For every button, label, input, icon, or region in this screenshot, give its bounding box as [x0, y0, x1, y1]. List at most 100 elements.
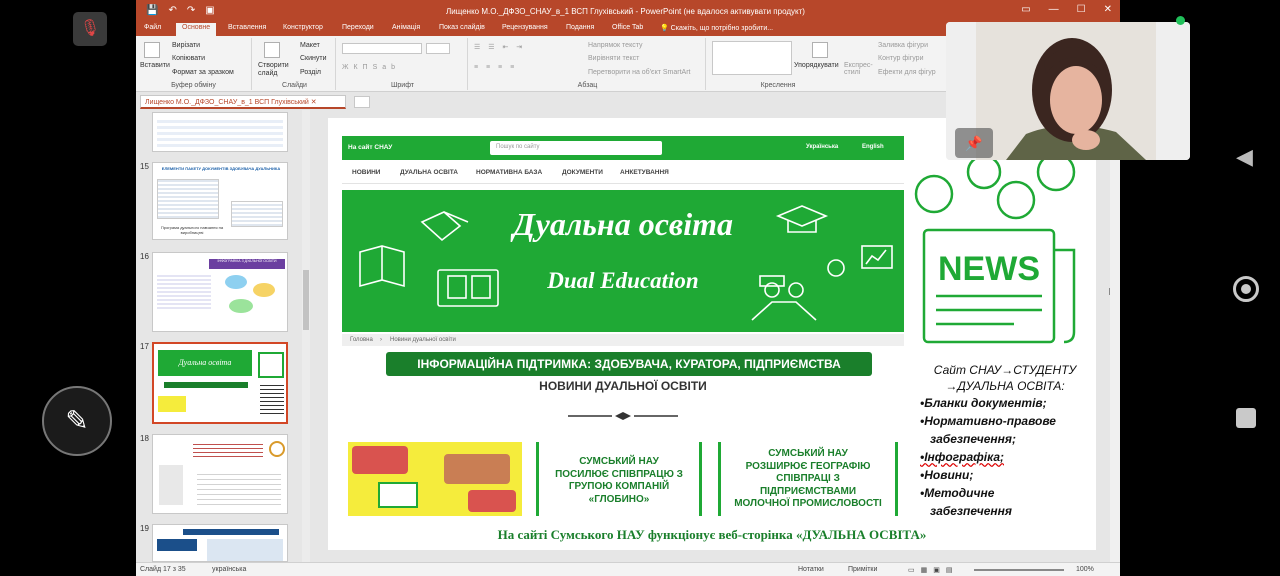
tab-insert[interactable]: Вставлення	[228, 24, 266, 31]
home-circle-icon[interactable]	[1233, 276, 1259, 302]
slide-counter: Слайд 17 з 35	[140, 566, 186, 573]
document-tab-label: Лищенко М.О._ДФЗО_СНАУ_в_1 ВСП Глухівськ…	[145, 99, 309, 106]
group-label: Креслення	[760, 82, 796, 89]
info-support-heading: ІНФОРМАЦІЙНА ПІДТРИМКА: ЗДОБУВАЧА, КУРАТ…	[386, 352, 872, 376]
text-direction-button[interactable]: Напрямок тексту	[588, 42, 643, 49]
slide-right-text: Сайт СНАУ→СТУДЕНТУ →ДУАЛЬНА ОСВІТА: •Бла…	[920, 362, 1090, 520]
notes-button[interactable]: Нотатки	[798, 566, 824, 573]
tab-view[interactable]: Подання	[566, 24, 594, 31]
thumb-list	[260, 384, 284, 414]
format-painter-button[interactable]: Формат за зразком	[172, 69, 234, 76]
thumb-text	[157, 273, 211, 309]
edit-pen-button[interactable]: ✎	[42, 386, 112, 456]
tab-file[interactable]: Файл	[144, 24, 161, 31]
align-text-button[interactable]: Вирівняти текст	[588, 55, 639, 62]
font-size-select[interactable]	[426, 43, 450, 54]
layout-button[interactable]: Макет	[300, 42, 320, 49]
slide-caption: На сайті Сумського НАУ функціонує веб-ст…	[497, 527, 927, 542]
twitter-icon	[996, 180, 1036, 220]
shape-fill-button[interactable]: Заливка фігури	[878, 42, 928, 49]
right-item-infographics: •Інфографіка;	[920, 450, 1004, 465]
comments-button[interactable]: Примітки	[848, 566, 877, 573]
lang-ukrainian: Українська	[806, 144, 839, 150]
quick-styles-button[interactable]: Експрес-стилі	[844, 62, 874, 76]
tab-design[interactable]: Конструктор	[283, 24, 323, 31]
tab-home[interactable]: Основне	[176, 23, 217, 36]
status-bar: Слайд 17 з 35 українська Нотатки Примітк…	[136, 562, 1120, 576]
slide-thumbnail-19[interactable]	[152, 524, 288, 562]
language-indicator[interactable]: українська	[212, 566, 246, 573]
tab-animations[interactable]: Анімація	[392, 24, 420, 31]
paste-icon[interactable]	[144, 42, 160, 58]
tab-transitions[interactable]: Переходи	[342, 24, 374, 31]
font-format-buttons[interactable]: ЖКПSab	[342, 64, 400, 71]
group-clipboard: Вставити Вирізати Копіювати Формат за зр…	[136, 38, 252, 90]
new-slide-icon[interactable]	[264, 42, 280, 58]
thumb-title	[183, 529, 279, 535]
thumb-emblem	[269, 441, 285, 457]
view-buttons[interactable]: ▭▦▣▤	[908, 566, 958, 574]
slide-thumbnail-14[interactable]	[152, 112, 288, 152]
scroll-thumb[interactable]	[303, 270, 309, 330]
save-icon[interactable]: 💾	[146, 5, 158, 16]
slide-thumbnail-16[interactable]: ІНФОГРАФІКА З ДУАЛЬНОЇ ОСВІТИ	[152, 252, 288, 332]
tab-office-tab[interactable]: Office Tab	[612, 24, 643, 31]
thumb-bubble	[229, 299, 253, 313]
slide-scrollbar[interactable]	[1110, 110, 1120, 562]
paste-button[interactable]: Вставити	[140, 62, 170, 69]
thumbnails-scrollbar[interactable]	[302, 110, 310, 562]
current-slide[interactable]: На сайт СНАУ Пошук по сайту Українська E…	[328, 118, 1096, 550]
section-button[interactable]: Розділ	[300, 69, 321, 76]
tell-me-input[interactable]: 💡 Скажіть, що потрібно зробити...	[660, 24, 773, 32]
news-card-line: СПІВПРАЦІ З	[776, 473, 840, 484]
shapes-gallery[interactable]	[712, 41, 792, 75]
thumb-bubble	[225, 275, 247, 289]
zoom-slider[interactable]	[974, 569, 1064, 571]
right-item-methodical: •Методичне	[920, 486, 995, 501]
reset-button[interactable]: Скинути	[300, 55, 327, 62]
mute-microphone-icon[interactable]: 🎙	[73, 12, 107, 46]
copy-button[interactable]: Копіювати	[172, 55, 205, 62]
back-triangle-icon[interactable]: ◀	[1236, 144, 1253, 170]
site-nav-documents: ДОКУМЕНТИ	[562, 169, 603, 176]
minimize-icon[interactable]: —	[1049, 4, 1059, 15]
instagram-icon	[966, 154, 1002, 190]
new-slide-button[interactable]: Створити слайд	[258, 62, 292, 79]
arrange-button[interactable]: Упорядкувати	[794, 62, 839, 69]
slide-thumbnail-17[interactable]: Дуальна освіта	[152, 342, 288, 424]
slide-thumbnails-pane: 15 ЕЛЕМЕНТИ ПАКЕТУ ДОКУМЕНТІВ ЗДОБУВАЧА …	[136, 110, 314, 562]
arrange-icon[interactable]	[812, 42, 828, 58]
right-item-forms: •Бланки документів;	[920, 396, 1047, 411]
thumb-content	[157, 117, 283, 147]
shape-outline-button[interactable]: Контур фігури	[878, 55, 923, 62]
present-icon[interactable]: ▣	[205, 5, 214, 16]
shape-effects-button[interactable]: Ефекти для фігур	[878, 69, 936, 76]
redo-icon[interactable]: ↷	[187, 5, 195, 16]
right-item-normative: •Нормативно-правове	[920, 414, 1056, 429]
group-label: Шрифт	[390, 82, 415, 89]
slide-thumbnail-15[interactable]: ЕЛЕМЕНТИ ПАКЕТУ ДОКУМЕНТІВ ЗДОБУВАЧА ДУА…	[152, 162, 288, 240]
ribbon-display-icon[interactable]: ▭	[1021, 4, 1030, 15]
right-item-news: •Новини;	[920, 468, 974, 483]
maximize-icon[interactable]: ☐	[1077, 4, 1086, 15]
list-buttons[interactable]: ☰ ☰ ⇤ ⇥	[474, 43, 525, 51]
new-document-tab[interactable]	[354, 96, 370, 108]
align-buttons[interactable]: ≡ ≡ ≡ ≡	[474, 64, 517, 71]
font-family-select[interactable]	[342, 43, 422, 54]
news-card-line: «ГЛОБИНО»	[588, 493, 650, 505]
pin-icon[interactable]: 📌	[955, 128, 993, 158]
close-icon[interactable]: ✕	[1104, 4, 1112, 15]
cut-button[interactable]: Вирізати	[172, 42, 200, 49]
group-paragraph: ☰ ☰ ⇤ ⇥ ≡ ≡ ≡ ≡ Напрямок тексту Вирівнят…	[470, 38, 706, 90]
lang-english: English	[862, 144, 884, 150]
zoom-level[interactable]: 100%	[1076, 566, 1094, 573]
slide-thumbnail-18[interactable]	[152, 434, 288, 514]
document-tab[interactable]: Лищенко М.О._ДФЗО_СНАУ_в_1 ВСП Глухівськ…	[140, 95, 346, 109]
recents-square-icon[interactable]	[1236, 408, 1256, 428]
news-icon	[378, 482, 418, 508]
convert-smartart-button[interactable]: Перетворити на об'єкт SmartArt	[588, 69, 691, 76]
site-nav-normative: НОРМАТИВНА БАЗА	[476, 169, 543, 176]
undo-icon[interactable]: ↶	[168, 5, 176, 16]
tab-slideshow[interactable]: Показ слайдів	[439, 24, 485, 31]
tab-review[interactable]: Рецензування	[502, 24, 548, 31]
